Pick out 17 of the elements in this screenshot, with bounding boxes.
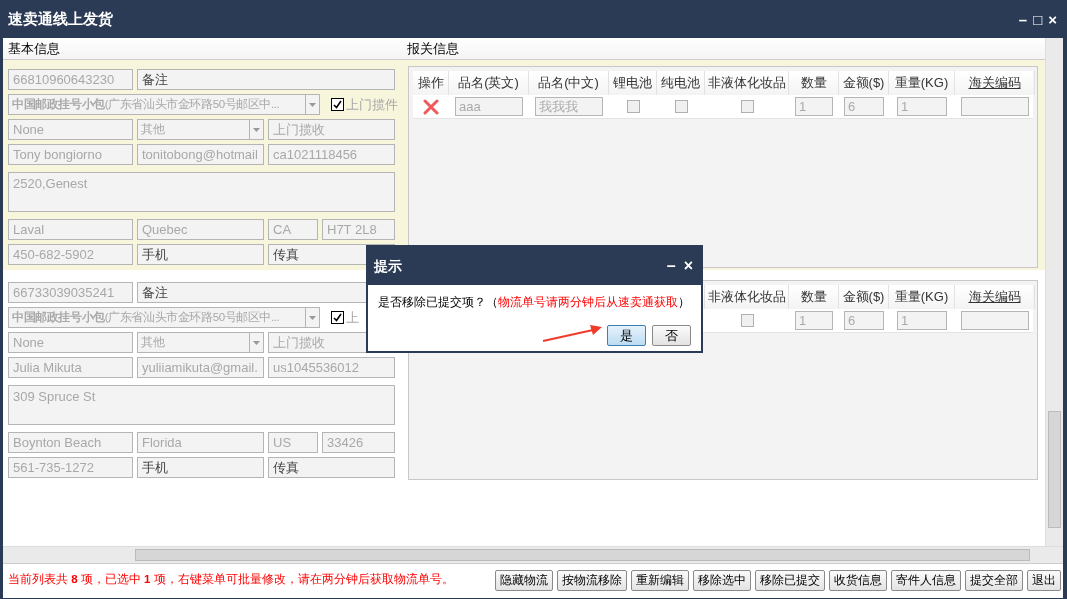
column-header: 非液体化妆品 [707, 74, 786, 93]
column-header: 数量 [800, 74, 827, 93]
column-header: 金额($) [842, 74, 885, 93]
checkbox-label: 上 [346, 308, 359, 327]
checkbox-label: 上门揽件 [346, 95, 398, 114]
column-header: 非液体化妆品 [707, 288, 786, 307]
column-header: 品名(中文) [538, 74, 599, 93]
column-header: 重量(KG) [894, 288, 949, 307]
column-header: 品名(英文) [458, 74, 519, 93]
column-header: 数量 [800, 288, 827, 307]
status-text: 当前列表共 8 项，已选中 1 项，右键菜单可批量修改，请在两分钟后获取物流单号。 [8, 572, 454, 588]
column-header: 重量(KG) [894, 74, 949, 93]
column-header: 锂电池 [613, 74, 652, 93]
column-header: 纯电池 [661, 74, 700, 93]
window-title: 速卖通线上发货 [8, 8, 113, 29]
column-header: 操作 [417, 74, 444, 93]
column-header: 金额($) [842, 288, 885, 307]
